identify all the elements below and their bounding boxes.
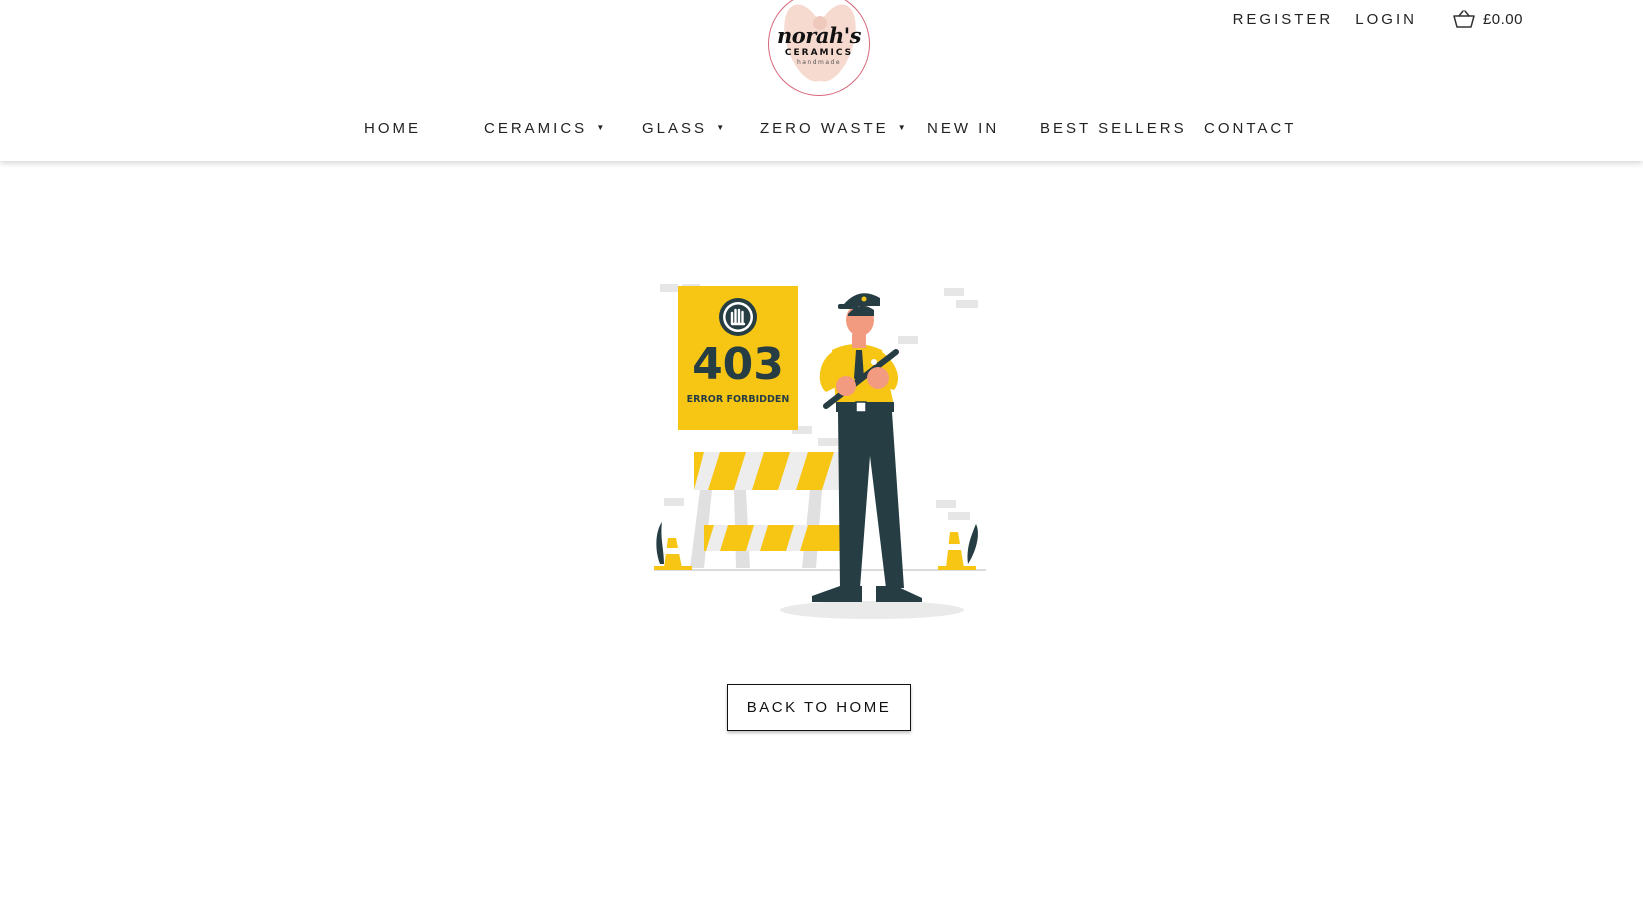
error-403-illustration: 403 ERROR FORBIDDEN xyxy=(654,284,986,619)
nav-new-in-label: NEW IN xyxy=(927,120,1000,137)
back-to-home-button[interactable]: BACK TO HOME xyxy=(727,684,911,731)
nav-glass-label: GLASS xyxy=(642,120,708,137)
nav-best-sellers-label: BEST SELLERS xyxy=(1040,120,1187,137)
nav-glass[interactable]: GLASS ▼ xyxy=(642,120,727,137)
logo-sub-text: CERAMICS xyxy=(784,48,854,58)
cart-button[interactable]: £0.00 xyxy=(1453,10,1523,28)
main-nav: HOME CERAMICS ▼ GLASS ▼ ZERO WASTE ▼ NEW… xyxy=(0,120,1643,142)
nav-contact-label: CONTACT xyxy=(1204,120,1297,137)
caret-down-icon: ▼ xyxy=(897,123,909,132)
logo-tiny-text: handmade xyxy=(796,59,842,66)
register-link[interactable]: REGISTER xyxy=(1233,11,1334,28)
nav-ceramics-label: CERAMICS xyxy=(484,120,588,137)
nav-zero-waste-label: ZERO WASTE xyxy=(760,120,889,137)
nav-new-in[interactable]: NEW IN xyxy=(927,120,999,137)
nav-home[interactable]: HOME xyxy=(364,120,421,137)
site-logo[interactable]: norah's CERAMICS handmade xyxy=(768,0,870,96)
caret-down-icon: ▼ xyxy=(716,123,728,132)
basket-icon xyxy=(1453,10,1475,28)
forbidden-sign: 403 ERROR FORBIDDEN xyxy=(678,286,798,430)
traffic-cone xyxy=(654,522,692,570)
site-header: norah's CERAMICS handmade REGISTER LOGIN… xyxy=(0,0,1643,161)
nav-home-label: HOME xyxy=(364,120,421,137)
error-text: ERROR FORBIDDEN xyxy=(687,394,790,405)
login-link[interactable]: LOGIN xyxy=(1355,11,1417,28)
barrier xyxy=(690,452,864,568)
nav-zero-waste[interactable]: ZERO WASTE ▼ xyxy=(760,120,909,137)
nav-best-sellers[interactable]: BEST SELLERS xyxy=(1040,120,1187,137)
account-links: REGISTER LOGIN £0.00 xyxy=(1211,10,1523,28)
nav-contact[interactable]: CONTACT xyxy=(1204,120,1296,137)
error-code: 403 xyxy=(692,339,784,390)
logo-script-text: norah's xyxy=(777,23,861,48)
traffic-cone xyxy=(938,524,978,570)
caret-down-icon: ▼ xyxy=(596,123,608,132)
cart-total: £0.00 xyxy=(1482,10,1523,28)
nav-ceramics[interactable]: CERAMICS ▼ xyxy=(484,120,607,137)
